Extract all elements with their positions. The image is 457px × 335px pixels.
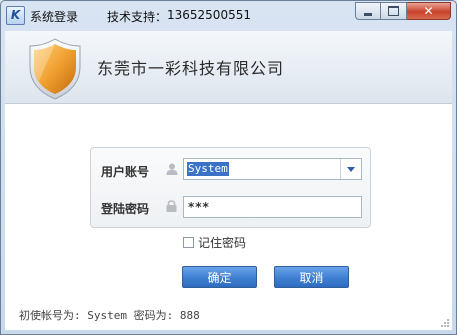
support-phone: 13652500551 bbox=[167, 8, 251, 22]
login-body: 用户账号 System 登陆密码 *** 记住密码 确定 取消 初使帐号为: S… bbox=[5, 104, 452, 330]
app-logo-icon: K bbox=[6, 6, 25, 25]
close-button[interactable]: ✕ bbox=[407, 2, 451, 20]
window-controls: ✕ bbox=[355, 2, 451, 20]
user-icon bbox=[166, 163, 178, 175]
password-label: 登陆密码 bbox=[101, 202, 150, 216]
resize-grip-icon[interactable] bbox=[440, 318, 450, 328]
user-label: 用户账号 bbox=[101, 165, 150, 179]
dropdown-button[interactable] bbox=[340, 159, 361, 179]
window-title: 系统登录 bbox=[30, 10, 79, 24]
maximize-icon bbox=[388, 6, 399, 16]
header-banner: 东莞市一彩科技有限公司 bbox=[5, 31, 452, 104]
default-credentials-hint: 初使帐号为: System 密码为: 888 bbox=[19, 309, 200, 322]
cancel-button[interactable]: 取消 bbox=[274, 266, 349, 288]
chevron-down-icon bbox=[347, 166, 355, 172]
maximize-button[interactable] bbox=[381, 2, 407, 20]
lock-icon bbox=[166, 200, 177, 212]
support-label: 技术支持： bbox=[107, 10, 168, 24]
close-icon: ✕ bbox=[423, 4, 434, 18]
user-account-combo[interactable]: System bbox=[183, 158, 362, 180]
company-name: 东莞市一彩科技有限公司 bbox=[97, 59, 285, 78]
login-form-panel: 用户账号 System 登陆密码 *** bbox=[90, 147, 371, 228]
title-bar[interactable]: K 系统登录 技术支持： 13652500551 ✕ bbox=[1, 1, 456, 31]
minimize-icon bbox=[364, 12, 372, 16]
user-account-value[interactable]: System bbox=[187, 162, 229, 176]
ok-button[interactable]: 确定 bbox=[182, 266, 257, 288]
remember-password-checkbox[interactable] bbox=[183, 237, 194, 248]
remember-password[interactable]: 记住密码 bbox=[183, 234, 246, 251]
remember-password-label: 记住密码 bbox=[198, 236, 247, 250]
password-field[interactable]: *** bbox=[183, 196, 362, 218]
shield-icon bbox=[29, 38, 81, 100]
login-window: K 系统登录 技术支持： 13652500551 ✕ 东莞市一彩科技有限公司 用… bbox=[0, 0, 457, 335]
minimize-button[interactable] bbox=[355, 2, 381, 20]
